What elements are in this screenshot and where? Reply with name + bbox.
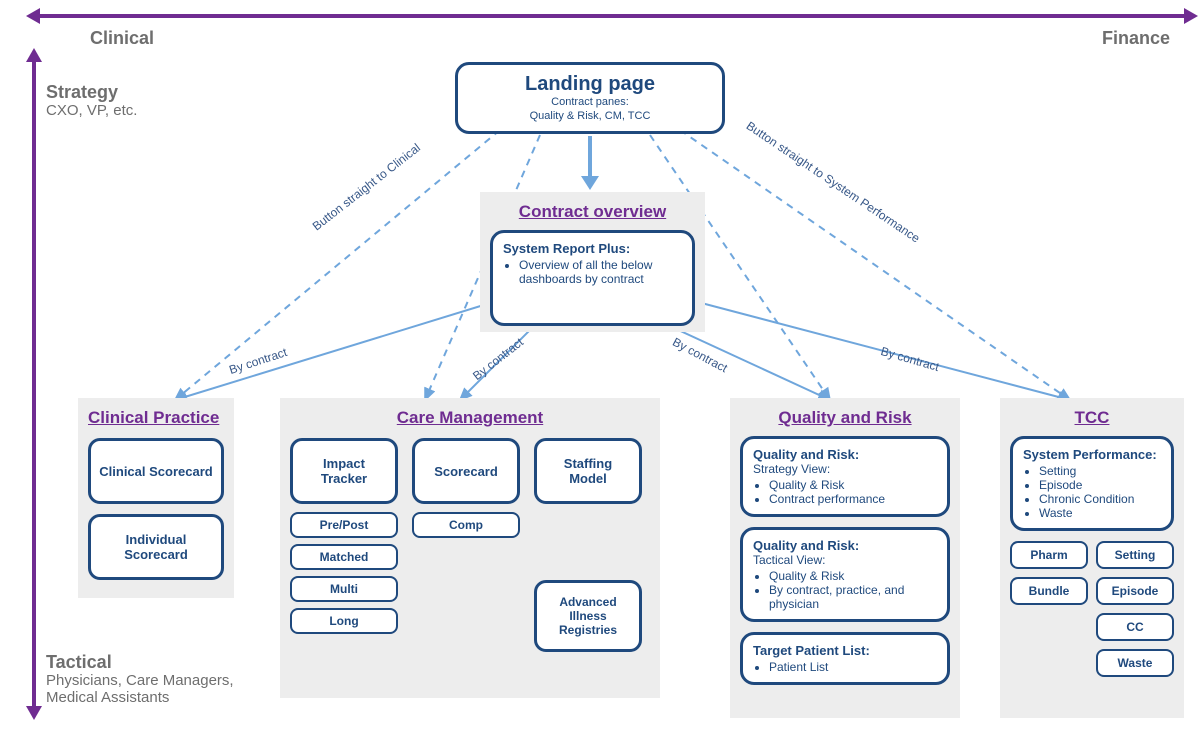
tcc-waste: Waste: [1096, 649, 1174, 677]
scorecard-comp: Comp: [412, 512, 520, 538]
clinical-scorecard: Clinical Scorecard: [88, 438, 224, 504]
tcc-panel: TCC System Performance: Setting Episode …: [1000, 398, 1184, 718]
center-arrow-head: [581, 176, 599, 190]
q2-sub: Tactical View:: [753, 553, 825, 567]
landing-sub2: Quality & Risk, CM, TCC: [468, 110, 712, 124]
q1-b1: Contract performance: [769, 492, 937, 506]
quality-heading: Quality and Risk: [740, 408, 950, 428]
care-management-panel: Care Management Impact Tracker Scorecard…: [280, 398, 660, 698]
q1-b0: Quality & Risk: [769, 478, 937, 492]
q3-title: Target Patient List:: [753, 643, 870, 658]
target-patient-box: Target Patient List: Patient List: [740, 632, 950, 685]
contract-overview-panel: Contract overview System Report Plus: Ov…: [480, 192, 705, 332]
edge-label-bycontract-2: By contract: [470, 335, 526, 383]
overview-box-title: System Report Plus:: [503, 241, 630, 256]
quality-tactical-box: Quality and Risk: Tactical View: Quality…: [740, 527, 950, 622]
q3-b0: Patient List: [769, 660, 937, 674]
tcc-setting: Setting: [1096, 541, 1174, 569]
tcc-heading: TCC: [1010, 408, 1174, 428]
axis-label-strategy-sub: CXO, VP, etc.: [46, 102, 137, 119]
vertical-axis: [32, 60, 36, 708]
advanced-illness-registries: Advanced Illness Registries: [534, 580, 642, 652]
edge-label-bycontract-1: By contract: [227, 345, 288, 377]
impact-long: Long: [290, 608, 398, 634]
diagram-canvas: Clinical Finance Strategy CXO, VP, etc. …: [0, 0, 1200, 729]
contract-overview-heading: Contract overview: [490, 202, 695, 222]
q2-b1: By contract, practice, and physician: [769, 583, 937, 611]
tcc-b3: Waste: [1039, 506, 1161, 520]
overview-box-bullet: Overview of all the below dashboards by …: [519, 258, 682, 286]
axis-label-tactical-sub: Physicians, Care Managers, Medical Assis…: [46, 672, 234, 706]
quality-strategy-box: Quality and Risk: Strategy View: Quality…: [740, 436, 950, 517]
axis-label-finance: Finance: [1102, 28, 1170, 49]
system-performance-box: System Performance: Setting Episode Chro…: [1010, 436, 1174, 531]
q1-title: Quality and Risk:: [753, 447, 859, 462]
edge-label-bycontract-4: By contract: [879, 344, 941, 374]
individual-scorecard: Individual Scorecard: [88, 514, 224, 580]
center-arrow-stem: [588, 136, 592, 176]
q2-title: Quality and Risk:: [753, 538, 859, 553]
impact-multi: Multi: [290, 576, 398, 602]
axis-label-clinical: Clinical: [90, 28, 154, 49]
landing-sub1: Contract panes:: [468, 96, 712, 110]
clinical-practice-panel: Clinical Practice Clinical Scorecard Ind…: [78, 398, 234, 598]
staffing-model: Staffing Model: [534, 438, 642, 504]
impact-tracker: Impact Tracker: [290, 438, 398, 504]
axis-label-strategy: Strategy: [46, 82, 118, 103]
edge-label-left-button: Button straight to Clinical: [310, 141, 423, 234]
tcc-b2: Chronic Condition: [1039, 492, 1161, 506]
horizontal-axis: [38, 14, 1186, 18]
q1-sub: Strategy View:: [753, 462, 830, 476]
tcc-b0: Setting: [1039, 464, 1161, 478]
landing-page-box: Landing page Contract panes: Quality & R…: [455, 62, 725, 134]
impact-prepost: Pre/Post: [290, 512, 398, 538]
tcc-cc: CC: [1096, 613, 1174, 641]
tcc-episode: Episode: [1096, 577, 1174, 605]
edge-label-right-button: Button straight to System Performance: [744, 119, 923, 246]
tcc-pharm: Pharm: [1010, 541, 1088, 569]
tcc-b1: Episode: [1039, 478, 1161, 492]
edge-label-bycontract-3: By contract: [670, 335, 730, 376]
quality-risk-panel: Quality and Risk Quality and Risk: Strat…: [730, 398, 960, 718]
tcc-bundle: Bundle: [1010, 577, 1088, 605]
q2-b0: Quality & Risk: [769, 569, 937, 583]
system-report-plus-box: System Report Plus: Overview of all the …: [490, 230, 695, 326]
landing-title: Landing page: [468, 73, 712, 96]
axis-label-tactical: Tactical: [46, 652, 112, 673]
scorecard: Scorecard: [412, 438, 520, 504]
impact-matched: Matched: [290, 544, 398, 570]
tcc-box-title: System Performance:: [1023, 447, 1157, 462]
care-heading: Care Management: [290, 408, 650, 428]
clinical-heading: Clinical Practice: [88, 408, 224, 428]
